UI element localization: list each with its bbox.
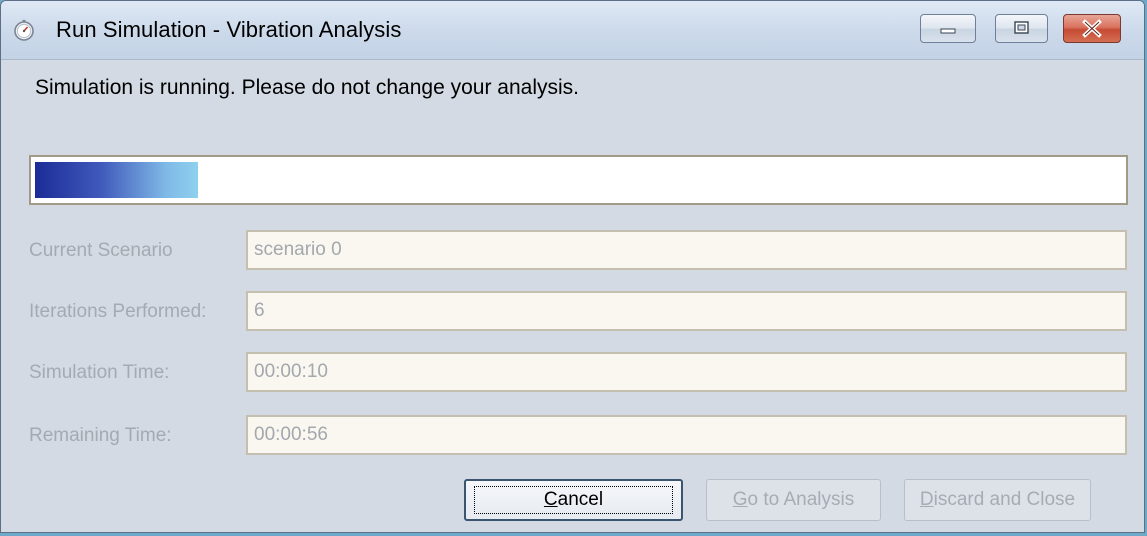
go-to-analysis-button-label: Go to Analysis bbox=[732, 489, 855, 510]
go-to-analysis-button[interactable]: Go to Analysis bbox=[706, 479, 881, 521]
status-message: Simulation is running. Please do not cha… bbox=[35, 76, 579, 99]
iterations-performed-field[interactable]: 6 bbox=[246, 291, 1127, 331]
maximize-icon bbox=[1014, 21, 1029, 34]
discard-and-close-button-label: Discard and Close bbox=[919, 489, 1076, 510]
minimize-icon bbox=[940, 28, 956, 34]
window-title: Run Simulation - Vibration Analysis bbox=[56, 17, 402, 42]
cancel-button-label: Cancel bbox=[543, 489, 604, 510]
simulation-time-label: Simulation Time: bbox=[29, 362, 170, 383]
remaining-time-field[interactable]: 00:00:56 bbox=[246, 415, 1127, 455]
remaining-time-label: Remaining Time: bbox=[29, 425, 172, 446]
current-scenario-field[interactable]: scenario 0 bbox=[246, 230, 1127, 270]
progress-bar bbox=[29, 155, 1128, 205]
title-bar[interactable]: Run Simulation - Vibration Analysis bbox=[1, 1, 1144, 60]
cancel-button[interactable]: Cancel bbox=[464, 479, 683, 521]
stopwatch-icon bbox=[14, 19, 34, 41]
simulation-time-field[interactable]: 00:00:10 bbox=[246, 352, 1127, 392]
row-iterations-performed: Iterations Performed: 6 bbox=[1, 291, 1144, 333]
row-simulation-time: Simulation Time: 00:00:10 bbox=[1, 352, 1144, 394]
row-current-scenario: Current Scenario scenario 0 bbox=[1, 230, 1144, 272]
discard-and-close-button[interactable]: Discard and Close bbox=[904, 479, 1091, 521]
close-icon bbox=[1082, 19, 1102, 38]
row-remaining-time: Remaining Time: 00:00:56 bbox=[1, 415, 1144, 457]
current-scenario-label: Current Scenario bbox=[29, 240, 173, 261]
simulation-dialog: Run Simulation - Vibration Analysis Simu… bbox=[0, 0, 1145, 533]
minimize-button[interactable] bbox=[920, 14, 976, 43]
progress-bar-fill bbox=[35, 162, 198, 198]
iterations-performed-label: Iterations Performed: bbox=[29, 301, 207, 322]
close-button[interactable] bbox=[1063, 14, 1121, 43]
maximize-button[interactable] bbox=[995, 14, 1048, 43]
